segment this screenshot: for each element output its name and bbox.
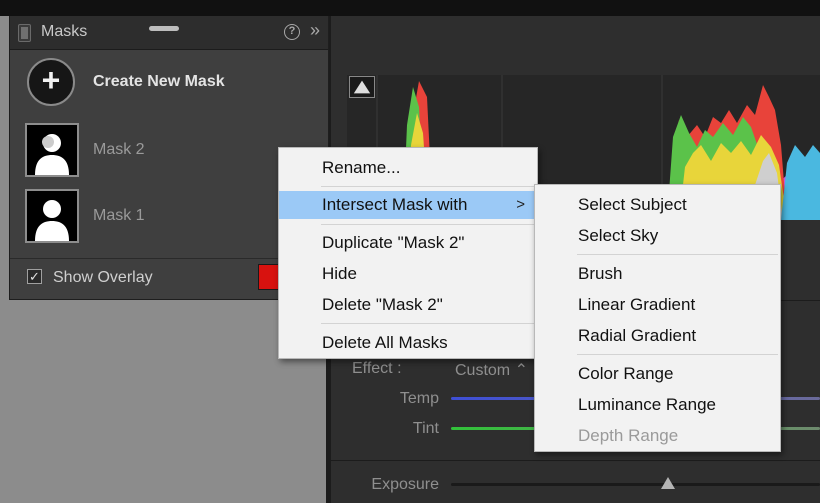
submenu-item-brush[interactable]: Brush: [535, 260, 780, 288]
create-new-mask-button[interactable]: +: [27, 58, 75, 106]
menu-separator: [321, 186, 535, 187]
menu-item-rename[interactable]: Rename...: [279, 154, 537, 182]
mask-2-label[interactable]: Mask 2: [93, 141, 145, 159]
show-overlay-checkbox[interactable]: ✓: [27, 269, 42, 284]
masks-panel-header[interactable]: Masks ? »: [10, 16, 328, 50]
person-silhouette-icon: [35, 200, 69, 241]
tint-label: Tint: [412, 420, 439, 437]
effect-dropdown[interactable]: Custom ⌃: [455, 360, 528, 380]
submenu-item-linear-gradient[interactable]: Linear Gradient: [535, 291, 780, 319]
exposure-slider[interactable]: [451, 483, 820, 486]
create-new-mask-label[interactable]: Create New Mask: [93, 73, 225, 91]
menu-item-delete-all-masks[interactable]: Delete All Masks: [279, 329, 537, 357]
mask-2-thumbnail[interactable]: [25, 123, 79, 177]
mask-1-thumbnail[interactable]: [25, 189, 79, 243]
mask-context-menu: Rename... Intersect Mask with > Duplicat…: [278, 147, 538, 359]
menu-separator: [321, 224, 535, 225]
submenu-item-select-subject[interactable]: Select Subject: [535, 191, 780, 219]
show-overlay-label[interactable]: Show Overlay: [53, 269, 153, 287]
submenu-item-radial-gradient[interactable]: Radial Gradient: [535, 322, 780, 350]
panel-toggle-icon[interactable]: [18, 24, 31, 42]
menu-item-hide[interactable]: Hide: [279, 260, 537, 288]
submenu-item-luminance-range[interactable]: Luminance Range: [535, 391, 780, 419]
menu-item-duplicate[interactable]: Duplicate "Mask 2": [279, 229, 537, 257]
menu-item-intersect-mask-with[interactable]: Intersect Mask with >: [279, 191, 537, 219]
triangle-up-icon: [353, 80, 371, 94]
masks-panel-title: Masks: [41, 23, 88, 40]
menu-item-label: Intersect Mask with: [322, 195, 468, 214]
submenu-item-select-sky[interactable]: Select Sky: [535, 222, 780, 250]
submenu-item-depth-range: Depth Range: [578, 426, 679, 445]
menu-separator: [577, 254, 778, 255]
menu-item-delete-mask[interactable]: Delete "Mask 2": [279, 291, 537, 319]
top-bar: [0, 0, 820, 16]
menu-separator: [577, 354, 778, 355]
intersect-submenu: Select Subject Select Sky Brush Linear G…: [534, 184, 781, 452]
temp-label: Temp: [399, 390, 439, 407]
person-silhouette-icon: [35, 134, 69, 175]
drag-handle[interactable]: [149, 26, 179, 31]
divider: [331, 460, 820, 461]
exposure-label: Exposure: [371, 476, 439, 493]
chevron-right-icon: >: [516, 196, 525, 213]
shadow-clipping-toggle[interactable]: [349, 76, 375, 98]
menu-separator: [321, 323, 535, 324]
collapse-panel-icon[interactable]: »: [310, 20, 320, 41]
mask-1-label[interactable]: Mask 1: [93, 207, 145, 225]
help-icon[interactable]: ?: [284, 24, 300, 40]
effect-label: Effect :: [352, 360, 402, 377]
submenu-item-color-range[interactable]: Color Range: [535, 360, 780, 388]
exposure-slider-thumb[interactable]: [661, 477, 675, 489]
